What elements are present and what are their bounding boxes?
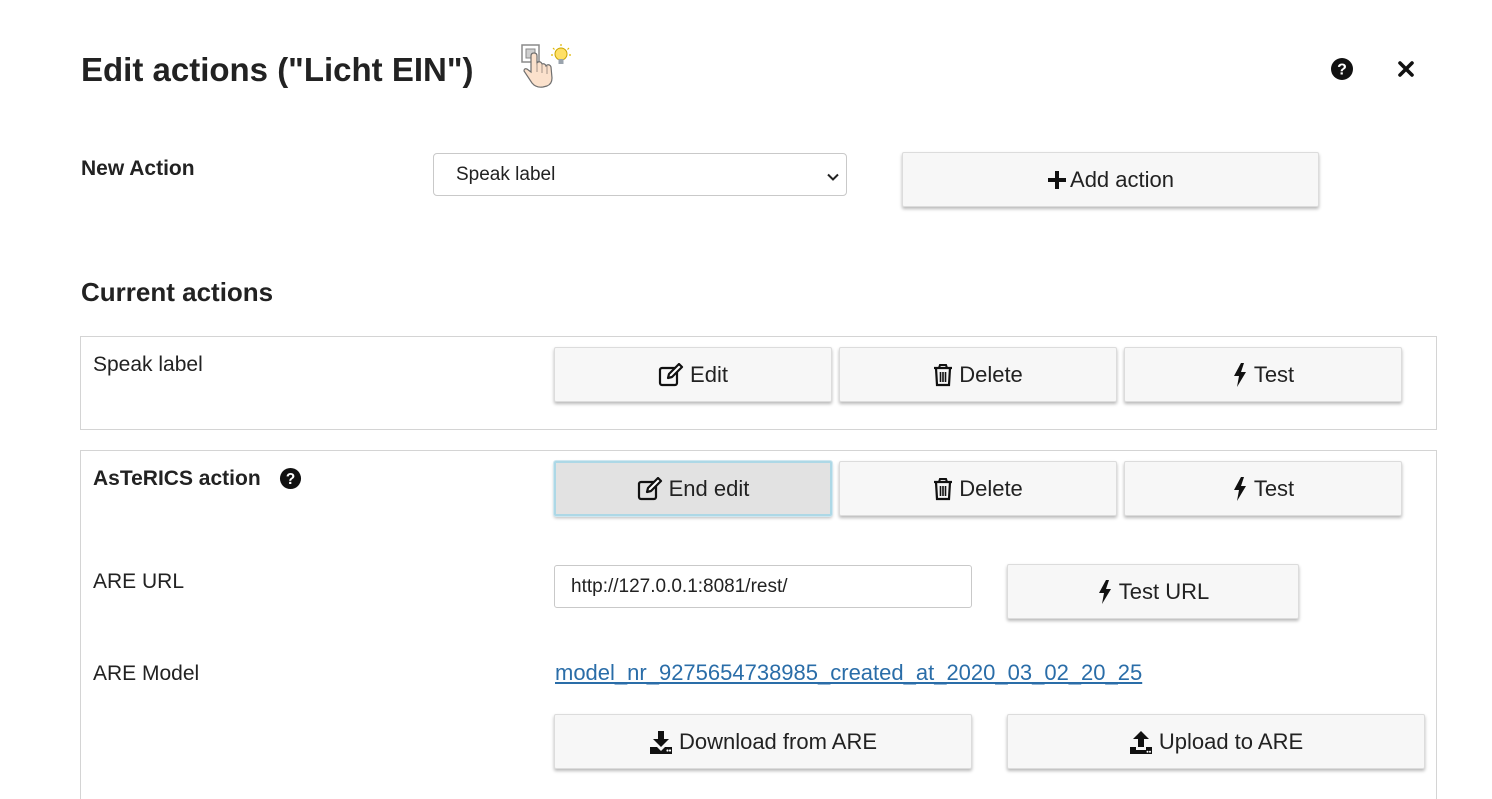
- delete-button[interactable]: Delete: [839, 461, 1117, 516]
- add-action-label: Add action: [1070, 166, 1174, 192]
- edit-actions-dialog: Edit actions ("Licht EIN") ? New Action …: [0, 0, 1492, 799]
- new-action-select[interactable]: Speak label: [433, 153, 847, 196]
- trash-icon: [934, 363, 953, 386]
- bolt-icon: [1233, 476, 1246, 501]
- download-icon: [649, 730, 672, 754]
- edit-label: Edit: [690, 361, 728, 387]
- download-label: Download from ARE: [678, 728, 878, 754]
- test-button[interactable]: Test: [1124, 347, 1402, 402]
- plus-icon: [1048, 170, 1067, 189]
- delete-label: Delete: [959, 475, 1023, 501]
- question-circle-icon[interactable]: ?: [279, 467, 303, 491]
- are-url-value: http://127.0.0.1:8081/rest/: [571, 575, 788, 597]
- new-action-label: New Action: [81, 157, 195, 180]
- edit-button[interactable]: Edit: [554, 347, 832, 402]
- new-action-select-value: Speak label: [456, 163, 556, 185]
- svg-text:?: ?: [1337, 62, 1347, 79]
- test-button[interactable]: Test: [1124, 461, 1402, 516]
- are-model-label: ARE Model: [93, 662, 200, 685]
- test-label: Test: [1253, 361, 1295, 387]
- action-name: Speak label: [93, 353, 203, 376]
- bolt-icon: [1233, 362, 1246, 387]
- current-actions-heading: Current actions: [81, 277, 274, 307]
- are-model-link[interactable]: model_nr_9275654738985_created_at_2020_0…: [555, 660, 1142, 686]
- end-edit-label: End edit: [668, 475, 750, 501]
- are-url-input[interactable]: http://127.0.0.1:8081/rest/: [554, 565, 972, 608]
- delete-label: Delete: [959, 361, 1023, 387]
- upload-label: Upload to ARE: [1158, 728, 1304, 754]
- question-circle-icon[interactable]: ?: [1327, 54, 1357, 84]
- chevron-down-icon: [826, 168, 840, 190]
- close-x-icon[interactable]: [1391, 54, 1421, 84]
- trash-icon: [934, 477, 953, 500]
- bolt-icon: [1098, 579, 1111, 604]
- upload-to-are-button[interactable]: Upload to ARE: [1007, 714, 1425, 769]
- add-action-button[interactable]: Add action: [902, 152, 1319, 207]
- test-url-button[interactable]: Test URL: [1007, 564, 1299, 619]
- pointing-hand-lightbulb-icon: [519, 42, 571, 92]
- end-edit-button[interactable]: End edit: [554, 461, 832, 516]
- download-from-are-button[interactable]: Download from ARE: [554, 714, 972, 769]
- upload-icon: [1129, 730, 1152, 754]
- svg-text:?: ?: [286, 471, 295, 488]
- edit-icon: [658, 362, 684, 386]
- test-url-label: Test URL: [1118, 578, 1210, 604]
- test-label: Test: [1253, 475, 1295, 501]
- asterics-action-title: AsTeRICS action: [93, 467, 261, 490]
- delete-button[interactable]: Delete: [839, 347, 1117, 402]
- dialog-title: Edit actions ("Licht EIN"): [81, 51, 474, 88]
- action-name: AsTeRICS action: [93, 467, 261, 491]
- are-url-label: ARE URL: [93, 570, 185, 593]
- edit-icon: [637, 476, 662, 500]
